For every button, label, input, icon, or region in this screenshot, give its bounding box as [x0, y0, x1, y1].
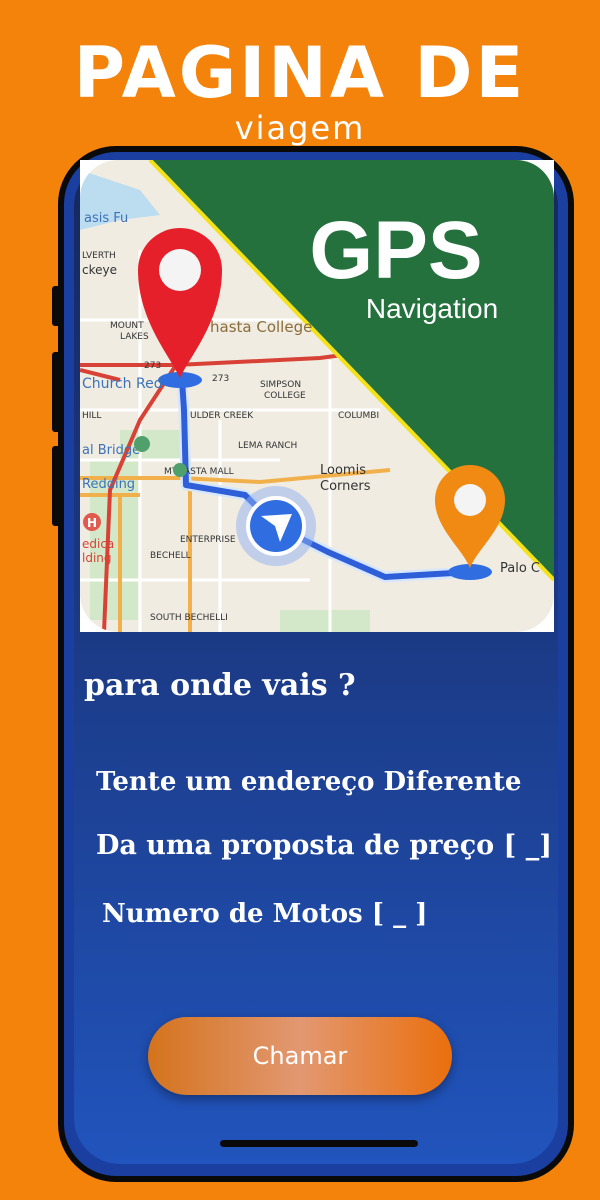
park-icon	[134, 436, 150, 452]
map-place-label: 273	[144, 361, 161, 371]
price-proposal-field[interactable]: Da uma proposta de preço [ _]	[96, 826, 552, 866]
try-different-address-option[interactable]: Tente um endereço Diferente	[96, 762, 521, 802]
map-place-label: LVERTH	[82, 251, 116, 261]
map-place-label: 273	[212, 374, 229, 384]
map-place-label: al Bridge	[82, 443, 140, 458]
map-place-label: ckeye	[82, 263, 117, 277]
map-place-label: MOUNT	[110, 321, 144, 331]
gps-heading: GPS	[309, 205, 482, 296]
motorcycle-count-field[interactable]: Numero de Motos [ _ ]	[102, 894, 427, 934]
page-subtitle: viagem	[234, 109, 366, 147]
gps-subheading: Navigation	[366, 293, 498, 324]
map-place-label: lding	[82, 551, 112, 565]
map-place-label: Church Red	[82, 376, 163, 392]
map-place-label: ULDER CREEK	[190, 411, 254, 421]
map-illustration: asis Fu LVERTH ckeye MOUNT LAKES hasta C…	[80, 160, 554, 632]
map-place-label: LAKES	[120, 332, 149, 342]
map-place-label: COLUMBI	[338, 411, 379, 421]
map-place-label: ENTERPRISE	[180, 535, 236, 545]
hospital-icon-glyph: H	[87, 516, 97, 530]
park-icon	[173, 463, 187, 477]
map-place-label: Loomis	[320, 463, 366, 478]
map-place-label: SOUTH BECHELLI	[150, 613, 228, 623]
map-place-label: ASTA MALL	[184, 467, 234, 477]
map-place-label: hasta College	[210, 318, 312, 336]
map-place-label: Corners	[320, 479, 371, 494]
map-place-label: LEMA RANCH	[238, 441, 297, 451]
map-place-label: COLLEGE	[264, 391, 306, 401]
map-place-label: edica	[82, 537, 114, 551]
destination-question: para onde vais ?	[84, 668, 356, 703]
map-place-label: Palo C	[500, 561, 540, 576]
map-place-label: SIMPSON	[260, 380, 301, 390]
map-place-label: Redding	[82, 477, 135, 492]
page-title: PAGINA DE	[73, 32, 527, 114]
call-button[interactable]: Chamar	[148, 1017, 452, 1095]
gps-navigation-image: asis Fu LVERTH ckeye MOUNT LAKES hasta C…	[80, 160, 554, 632]
map-place-label: BECHELL	[150, 551, 191, 561]
map-place-label: asis Fu	[84, 211, 128, 226]
map-place-label: HILL	[82, 411, 101, 421]
home-indicator	[220, 1140, 418, 1147]
